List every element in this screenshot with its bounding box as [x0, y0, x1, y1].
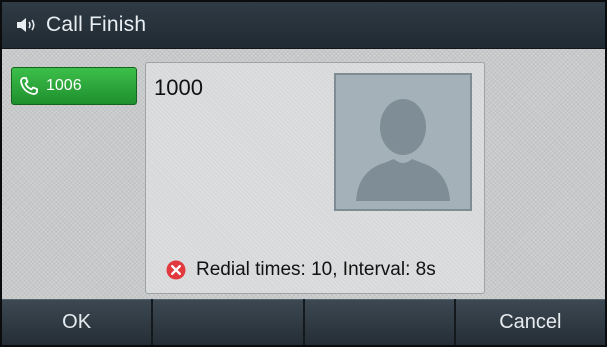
- cancel-softkey[interactable]: Cancel: [455, 299, 605, 345]
- softkey-bar: OK Cancel: [2, 299, 605, 345]
- softkey-3[interactable]: [304, 299, 454, 345]
- call-area: 1006 1000 Redial times: 10, Interval: 8s: [2, 49, 605, 299]
- person-silhouette-icon: [334, 73, 472, 211]
- ok-softkey[interactable]: OK: [2, 299, 152, 345]
- softkey-2[interactable]: [153, 299, 303, 345]
- title-bar: Call Finish: [2, 2, 605, 49]
- phone-screen: Call Finish 1006 1000 Redial times: 10, …: [0, 0, 607, 347]
- phone-handset-icon: [18, 75, 40, 97]
- caller-number: 1000: [154, 75, 203, 100]
- speaker-icon: [14, 12, 40, 38]
- call-info-card: 1000 Redial times: 10, Interval: 8s: [145, 62, 485, 294]
- error-x-icon: [166, 260, 186, 280]
- redial-status: Redial times: 10, Interval: 8s: [166, 259, 436, 281]
- screen-title: Call Finish: [46, 13, 147, 36]
- line-key-1006[interactable]: 1006: [11, 67, 137, 105]
- redial-status-text: Redial times: 10, Interval: 8s: [196, 259, 436, 280]
- line-key-label: 1006: [46, 77, 82, 94]
